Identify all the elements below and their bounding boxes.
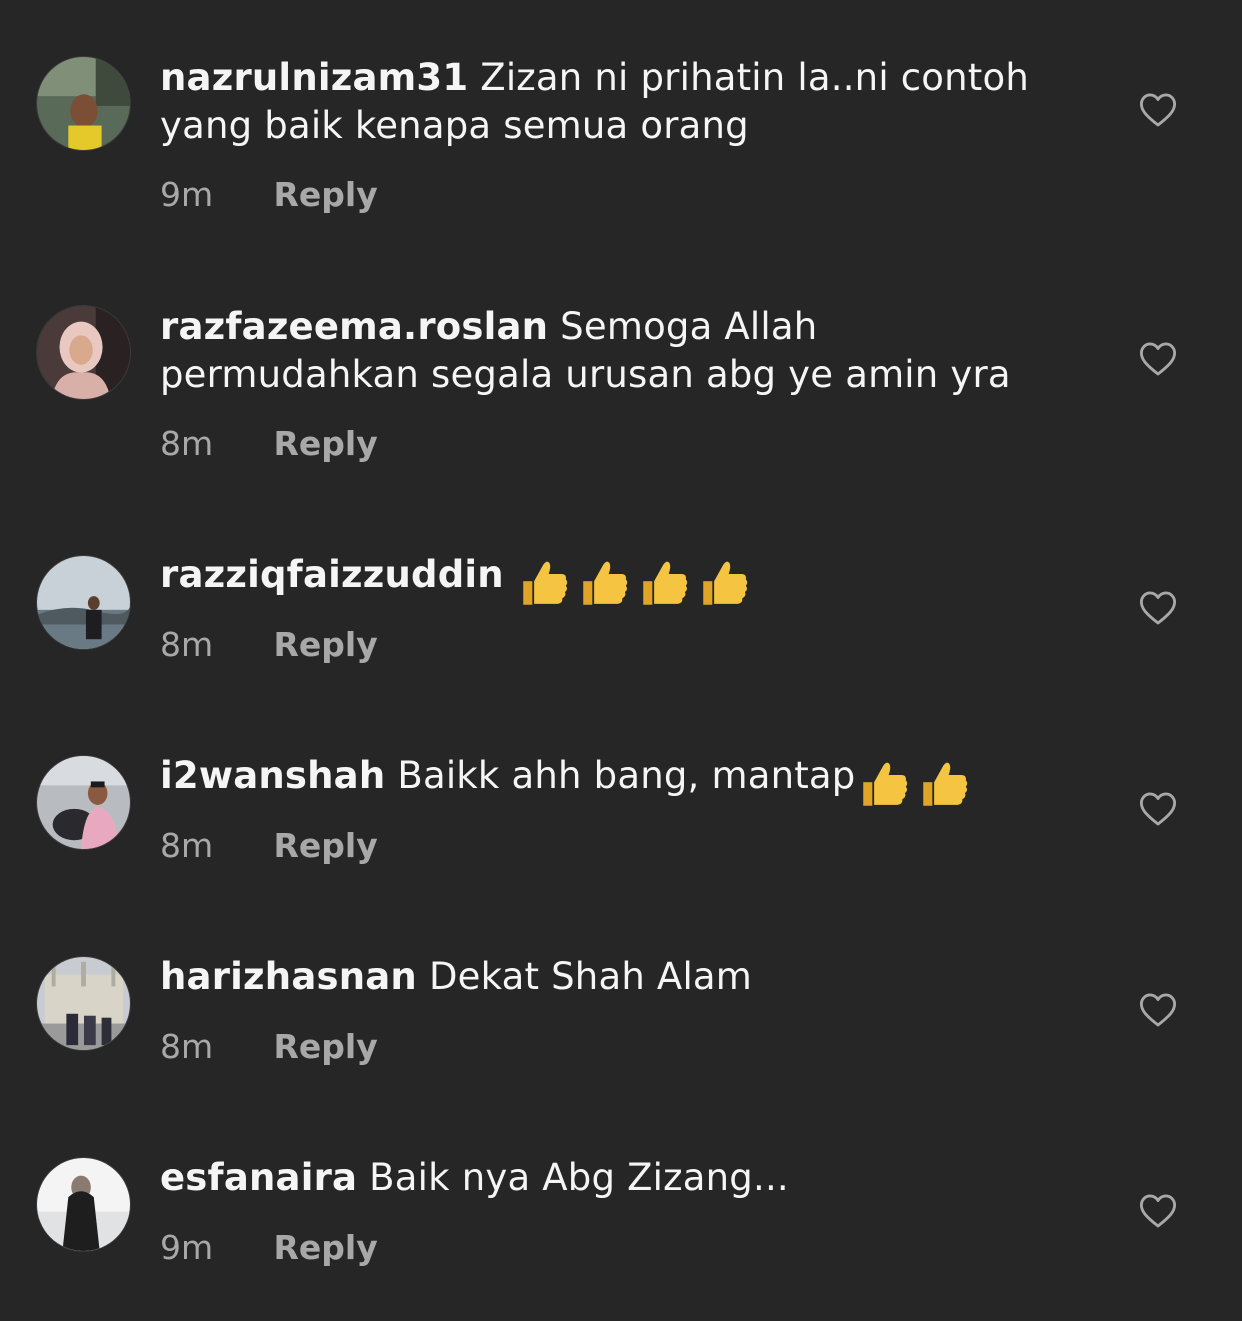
avatar[interactable] (36, 755, 131, 850)
comment-time: 9m (160, 1228, 214, 1267)
comment-time: 8m (160, 424, 214, 463)
reply-button[interactable]: Reply (274, 1027, 378, 1066)
comment-username[interactable]: nazrulnizam31 (160, 56, 468, 99)
thumbs-up-icon (922, 762, 967, 806)
thumbs-up-icon (643, 561, 687, 605)
like-heart-icon[interactable] (1139, 92, 1177, 128)
like-heart-icon[interactable] (1139, 992, 1177, 1028)
avatar[interactable] (36, 555, 131, 650)
comment-time: 8m (160, 625, 214, 664)
reply-button[interactable]: Reply (274, 175, 378, 214)
thumbs-up-icon (583, 561, 627, 605)
reply-button[interactable]: Reply (274, 424, 378, 463)
comment-time: 9m (160, 175, 214, 214)
like-heart-icon[interactable] (1139, 590, 1177, 626)
comment-username[interactable]: harizhasnan (160, 955, 417, 998)
thumbs-up-icon (523, 561, 567, 605)
thumbs-up-icon (703, 561, 747, 605)
thumbs-up-emoji-group (856, 755, 976, 813)
reply-button[interactable]: Reply (274, 1228, 378, 1267)
comment-text: Dekat Shah Alam (428, 955, 753, 998)
avatar[interactable] (36, 956, 131, 1051)
comment-username[interactable]: razfazeema.roslan (160, 305, 548, 348)
like-heart-icon[interactable] (1139, 1193, 1177, 1229)
comment-username[interactable]: esfanaira (160, 1156, 357, 1199)
comment-time: 8m (160, 1027, 214, 1066)
avatar[interactable] (36, 56, 131, 151)
thumbs-up-icon (862, 762, 907, 806)
avatar[interactable] (36, 1157, 131, 1252)
comment-text: Baik nya Abg Zizang... (369, 1156, 789, 1199)
like-heart-icon[interactable] (1139, 791, 1177, 827)
reply-button[interactable]: Reply (274, 625, 378, 664)
comment-username[interactable]: razziqfaizzuddin (160, 553, 504, 596)
reply-button[interactable]: Reply (274, 826, 378, 865)
comment-username[interactable]: i2wanshah (160, 754, 385, 797)
avatar[interactable] (36, 305, 131, 400)
comment-list: nazrulnizam31 Zizan ni prihatin la..ni c… (0, 0, 1242, 1321)
comment-text: Baikk ahh bang, mantap (397, 754, 856, 797)
like-heart-icon[interactable] (1139, 341, 1177, 377)
comment-time: 8m (160, 826, 214, 865)
thumbs-up-emoji-group (516, 554, 756, 612)
